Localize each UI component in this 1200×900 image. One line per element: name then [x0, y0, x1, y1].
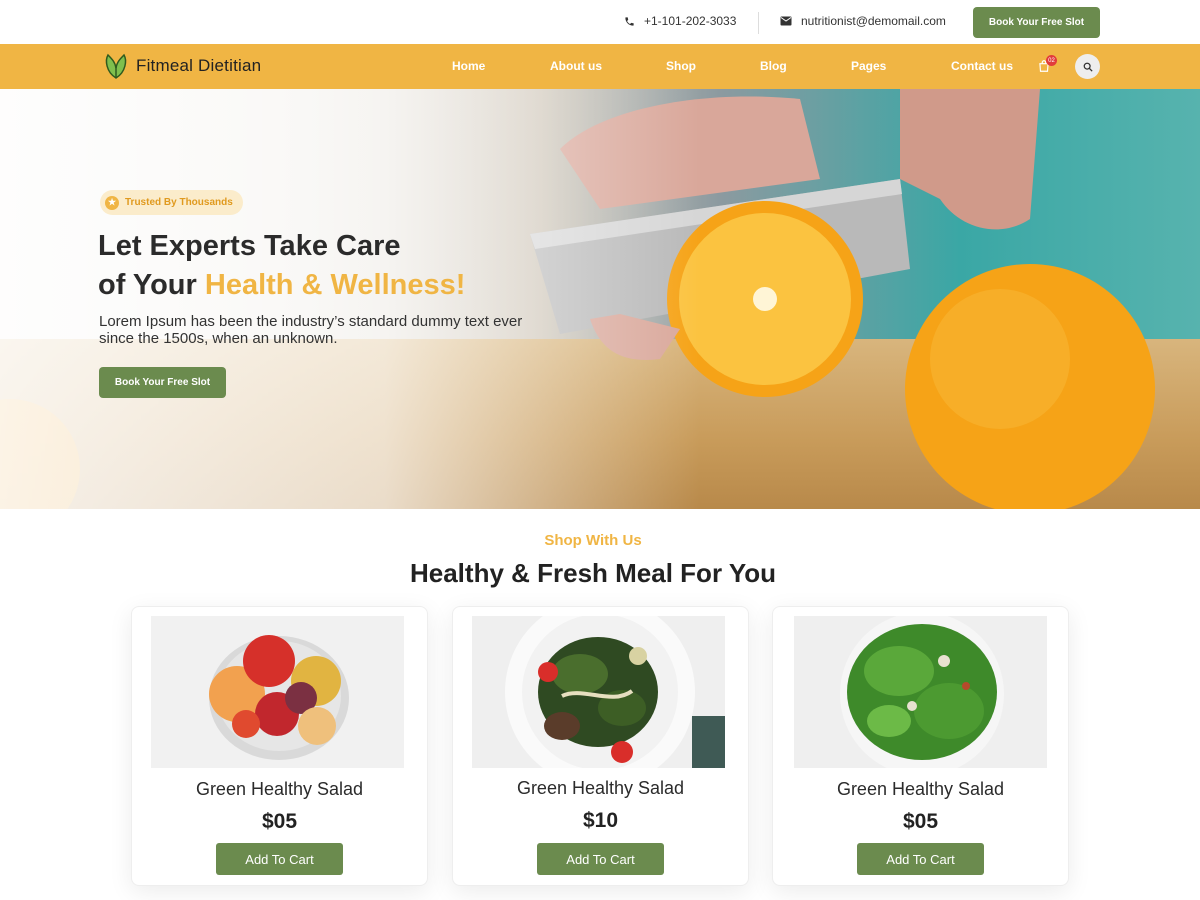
hero-title-line2: of Your Health & Wellness!: [98, 266, 465, 305]
mail-icon: [780, 16, 792, 26]
email-contact[interactable]: nutritionist@demomail.com: [780, 14, 946, 28]
hero-title-prefix: of Your: [98, 269, 205, 301]
hero-banner: ★ Trusted By Thousands Let Experts Take …: [0, 89, 1200, 509]
section-title: Healthy & Fresh Meal For You: [409, 558, 776, 588]
hero-title-accent: Health & Wellness!: [204, 269, 466, 301]
nav-blog[interactable]: Blog: [760, 59, 787, 73]
product-name: Green Healthy Salad: [195, 779, 364, 799]
section-eyebrow: Shop With Us: [544, 532, 642, 549]
phone-icon: [625, 16, 634, 26]
main-navigation: Fitmeal Dietitian Home About us Shop Blo…: [0, 44, 1200, 89]
add-to-cart-button[interactable]: Add To Cart: [216, 843, 343, 875]
search-icon: [1083, 62, 1093, 72]
product-name: Green Healthy Salad: [836, 779, 1005, 799]
product-card[interactable]: Green Healthy Salad $05 Add To Cart: [772, 606, 1069, 886]
product-price: $10: [582, 809, 619, 832]
email-address: nutritionist@demomail.com: [801, 14, 946, 28]
divider: [758, 12, 759, 34]
product-card[interactable]: Green Healthy Salad $10 Add To Cart: [452, 606, 749, 886]
phone-number: +1-101-202-3033: [644, 14, 737, 28]
add-to-cart-button[interactable]: Add To Cart: [857, 843, 984, 875]
book-slot-button-top[interactable]: Book Your Free Slot: [973, 7, 1100, 38]
nav-pages[interactable]: Pages: [851, 59, 886, 73]
nav-home[interactable]: Home: [452, 59, 485, 73]
cart-button[interactable]: 02: [1037, 55, 1057, 78]
top-bar: +1-101-202-3033 nutritionist@demomail.co…: [0, 0, 1200, 44]
product-card[interactable]: Green Healthy Salad $05 Add To Cart: [131, 606, 428, 886]
hero-title: Let Experts Take Care of Your Health & W…: [98, 227, 465, 305]
star-icon: ★: [105, 195, 119, 210]
trusted-badge: ★ Trusted By Thousands: [100, 190, 243, 215]
product-price: $05: [902, 810, 939, 833]
add-to-cart-button[interactable]: Add To Cart: [537, 843, 664, 875]
product-image-green-salad: [794, 616, 1047, 768]
product-price: $05: [261, 810, 298, 833]
badge-text: Trusted By Thousands: [125, 197, 233, 208]
logo[interactable]: Fitmeal Dietitian: [102, 52, 261, 80]
hero-description: Lorem Ipsum has been the industry’s stan…: [99, 313, 523, 347]
phone-contact[interactable]: +1-101-202-3033: [624, 14, 736, 28]
hero-title-line1: Let Experts Take Care: [98, 230, 401, 262]
product-name: Green Healthy Salad: [516, 778, 685, 798]
brand-name: Fitmeal Dietitian: [136, 56, 262, 75]
product-image-salad-plate: [472, 616, 725, 768]
search-button[interactable]: [1075, 54, 1100, 79]
nav-about[interactable]: About us: [550, 59, 602, 73]
book-slot-button-hero[interactable]: Book Your Free Slot: [99, 367, 226, 398]
cart-count-badge: 02: [1046, 55, 1057, 66]
nav-shop[interactable]: Shop: [666, 59, 696, 73]
nav-contact[interactable]: Contact us: [951, 59, 1013, 73]
leaf-icon: [105, 53, 127, 79]
product-image-fruit-bowl: [151, 616, 404, 768]
